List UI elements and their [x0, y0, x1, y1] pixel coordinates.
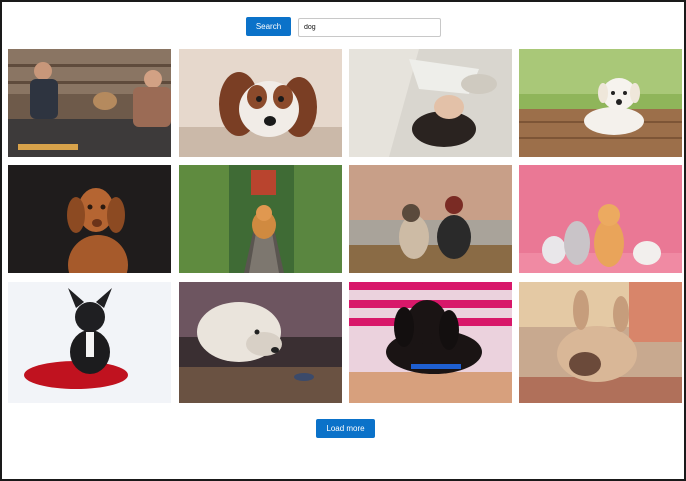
photo-thumbnail-4[interactable]: [519, 49, 682, 157]
load-more-button[interactable]: Load more: [316, 419, 375, 438]
photo-image: [8, 49, 171, 157]
photo-image: [179, 49, 342, 157]
page-frame: Search dog Load more: [0, 0, 686, 481]
photo-thumbnail-12[interactable]: [519, 282, 682, 403]
photo-thumbnail-8[interactable]: [519, 165, 682, 273]
photo-image: [519, 165, 682, 273]
photo-image: [8, 282, 171, 403]
photo-thumbnail-5[interactable]: [8, 165, 171, 273]
photo-image: [519, 49, 682, 157]
photo-thumbnail-11[interactable]: [349, 282, 512, 403]
photo-image: [179, 165, 342, 273]
photo-thumbnail-10[interactable]: [179, 282, 342, 403]
search-input[interactable]: [298, 18, 441, 37]
photo-thumbnail-6[interactable]: [179, 165, 342, 273]
photo-image: [519, 282, 682, 403]
photo-thumbnail-2[interactable]: [179, 49, 342, 157]
photo-thumbnail-9[interactable]: [8, 282, 171, 403]
photo-image: [8, 165, 171, 273]
photo-thumbnail-1[interactable]: [8, 49, 171, 157]
photo-image: [349, 165, 512, 273]
photo-thumbnail-7[interactable]: [349, 165, 512, 273]
search-button[interactable]: Search: [246, 17, 291, 36]
photo-thumbnail-3[interactable]: [349, 49, 512, 157]
photo-image: [349, 282, 512, 403]
photo-image: [179, 282, 342, 403]
photo-image: [349, 49, 512, 157]
